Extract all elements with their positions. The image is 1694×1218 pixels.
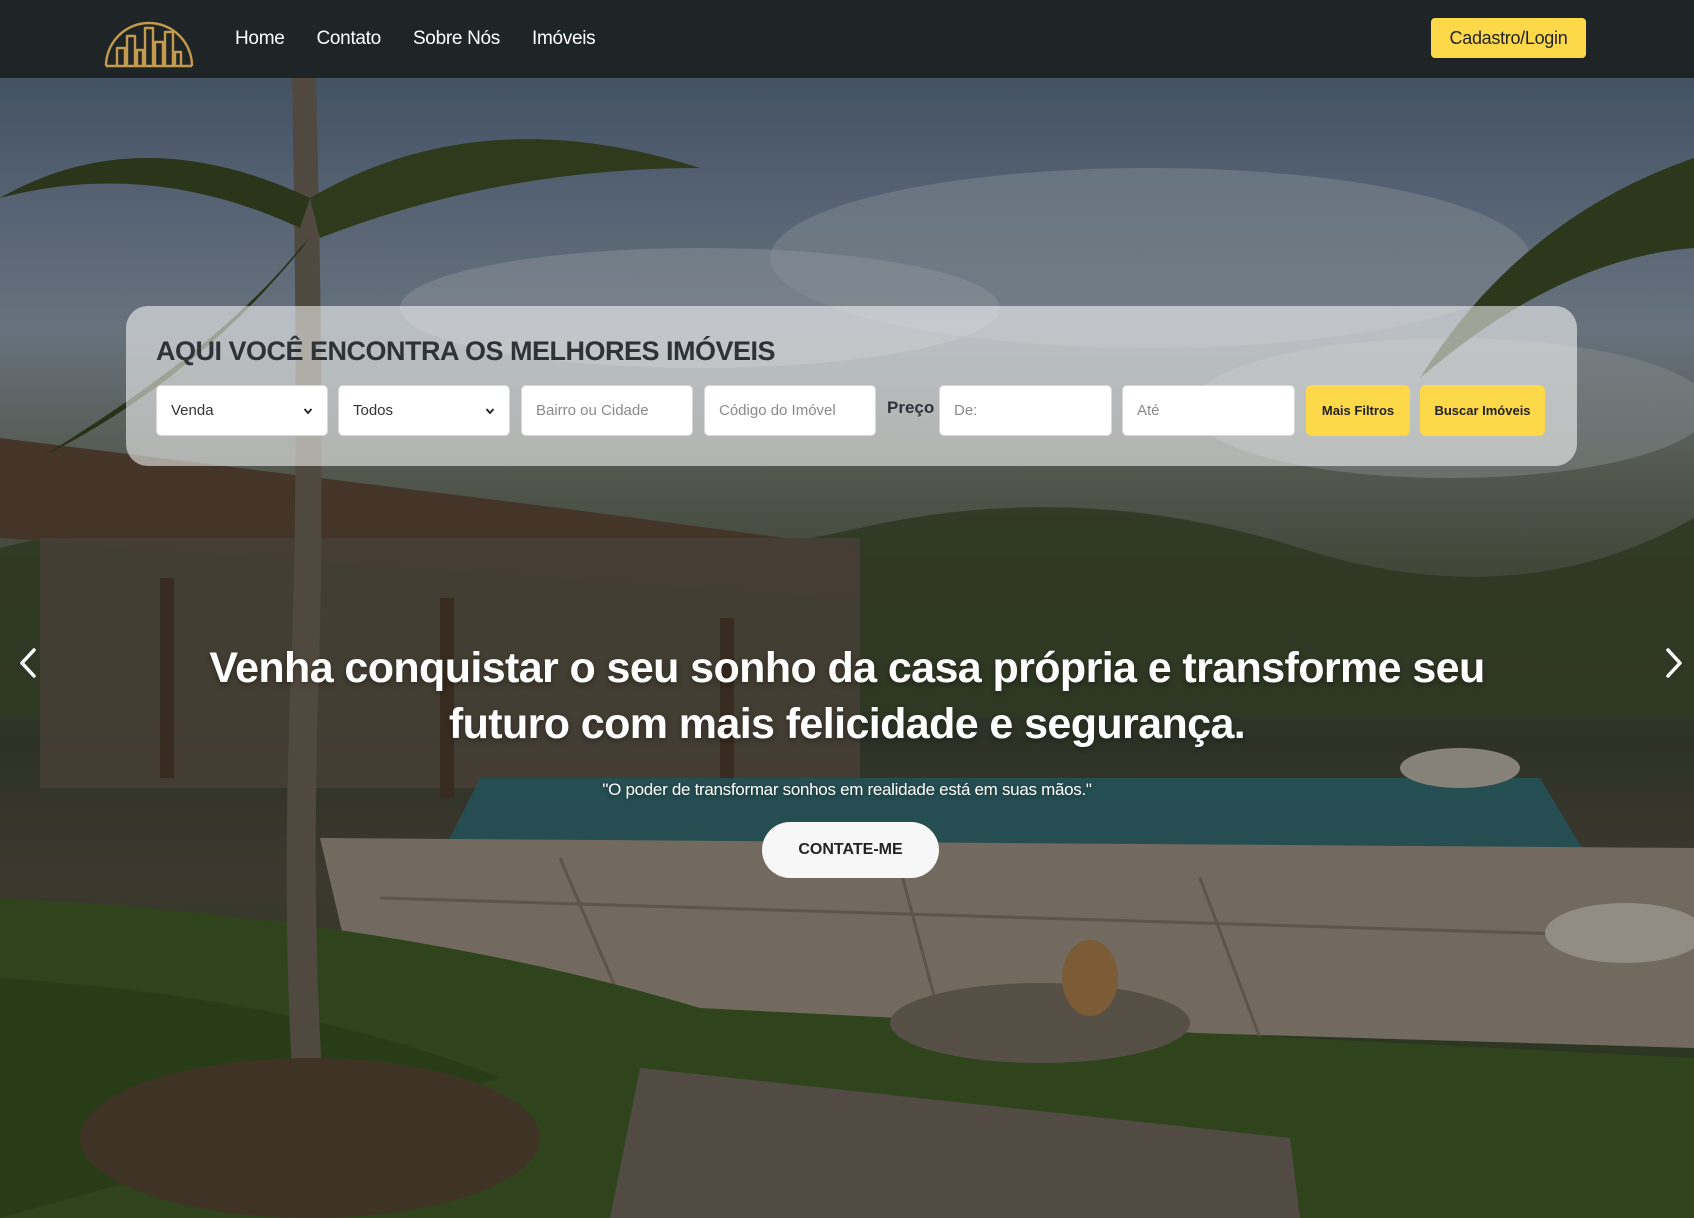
search-title: AQUI VOCÊ ENCONTRA OS MELHORES IMÓVEIS — [156, 336, 776, 366]
carousel-next-button[interactable] — [1654, 633, 1694, 693]
price-label: Preço — [887, 398, 935, 417]
hero-quote: "O poder de transformar sonhos em realid… — [602, 780, 1092, 799]
property-type-value: Todos — [353, 402, 394, 419]
price-to-input[interactable]: Até — [1122, 385, 1295, 436]
carousel-prev-button[interactable] — [8, 633, 48, 693]
nav-link-sobre-nos[interactable]: Sobre Nós — [413, 28, 500, 50]
hero-carousel: AQUI VOCÊ ENCONTRA OS MELHORES IMÓVEIS V… — [0, 78, 1694, 1218]
contact-me-button[interactable]: CONTATE-ME — [762, 822, 939, 878]
login-button[interactable]: Cadastro/Login — [1431, 18, 1586, 58]
nav-link-imoveis[interactable]: Imóveis — [532, 28, 596, 50]
property-search-panel: AQUI VOCÊ ENCONTRA OS MELHORES IMÓVEIS V… — [126, 306, 1577, 466]
property-code-input[interactable]: Código do Imóvel — [704, 385, 876, 436]
transaction-type-select[interactable]: Venda — [156, 385, 328, 436]
hero-headline: Venha conquistar o seu sonho da casa pró… — [209, 644, 1485, 748]
transaction-type-value: Venda — [171, 402, 214, 419]
search-properties-button[interactable]: Buscar Imóveis — [1420, 385, 1545, 436]
nav-link-home[interactable]: Home — [235, 28, 285, 50]
chevron-right-icon — [1666, 648, 1682, 678]
top-navbar: Home Contato Sobre Nós Imóveis Cadastro/… — [0, 0, 1694, 78]
main-nav: Home Contato Sobre Nós Imóveis — [235, 0, 596, 78]
more-filters-button[interactable]: Mais Filtros — [1306, 385, 1410, 436]
price-from-input[interactable]: De: — [939, 385, 1112, 436]
property-type-select[interactable]: Todos — [338, 385, 510, 436]
chevron-down-icon — [485, 407, 495, 414]
nav-link-contato[interactable]: Contato — [316, 28, 381, 50]
location-input[interactable]: Bairro ou Cidade — [521, 385, 693, 436]
chevron-left-icon — [20, 648, 36, 678]
city-skyline-icon[interactable] — [103, 10, 195, 70]
chevron-down-icon — [303, 407, 313, 414]
